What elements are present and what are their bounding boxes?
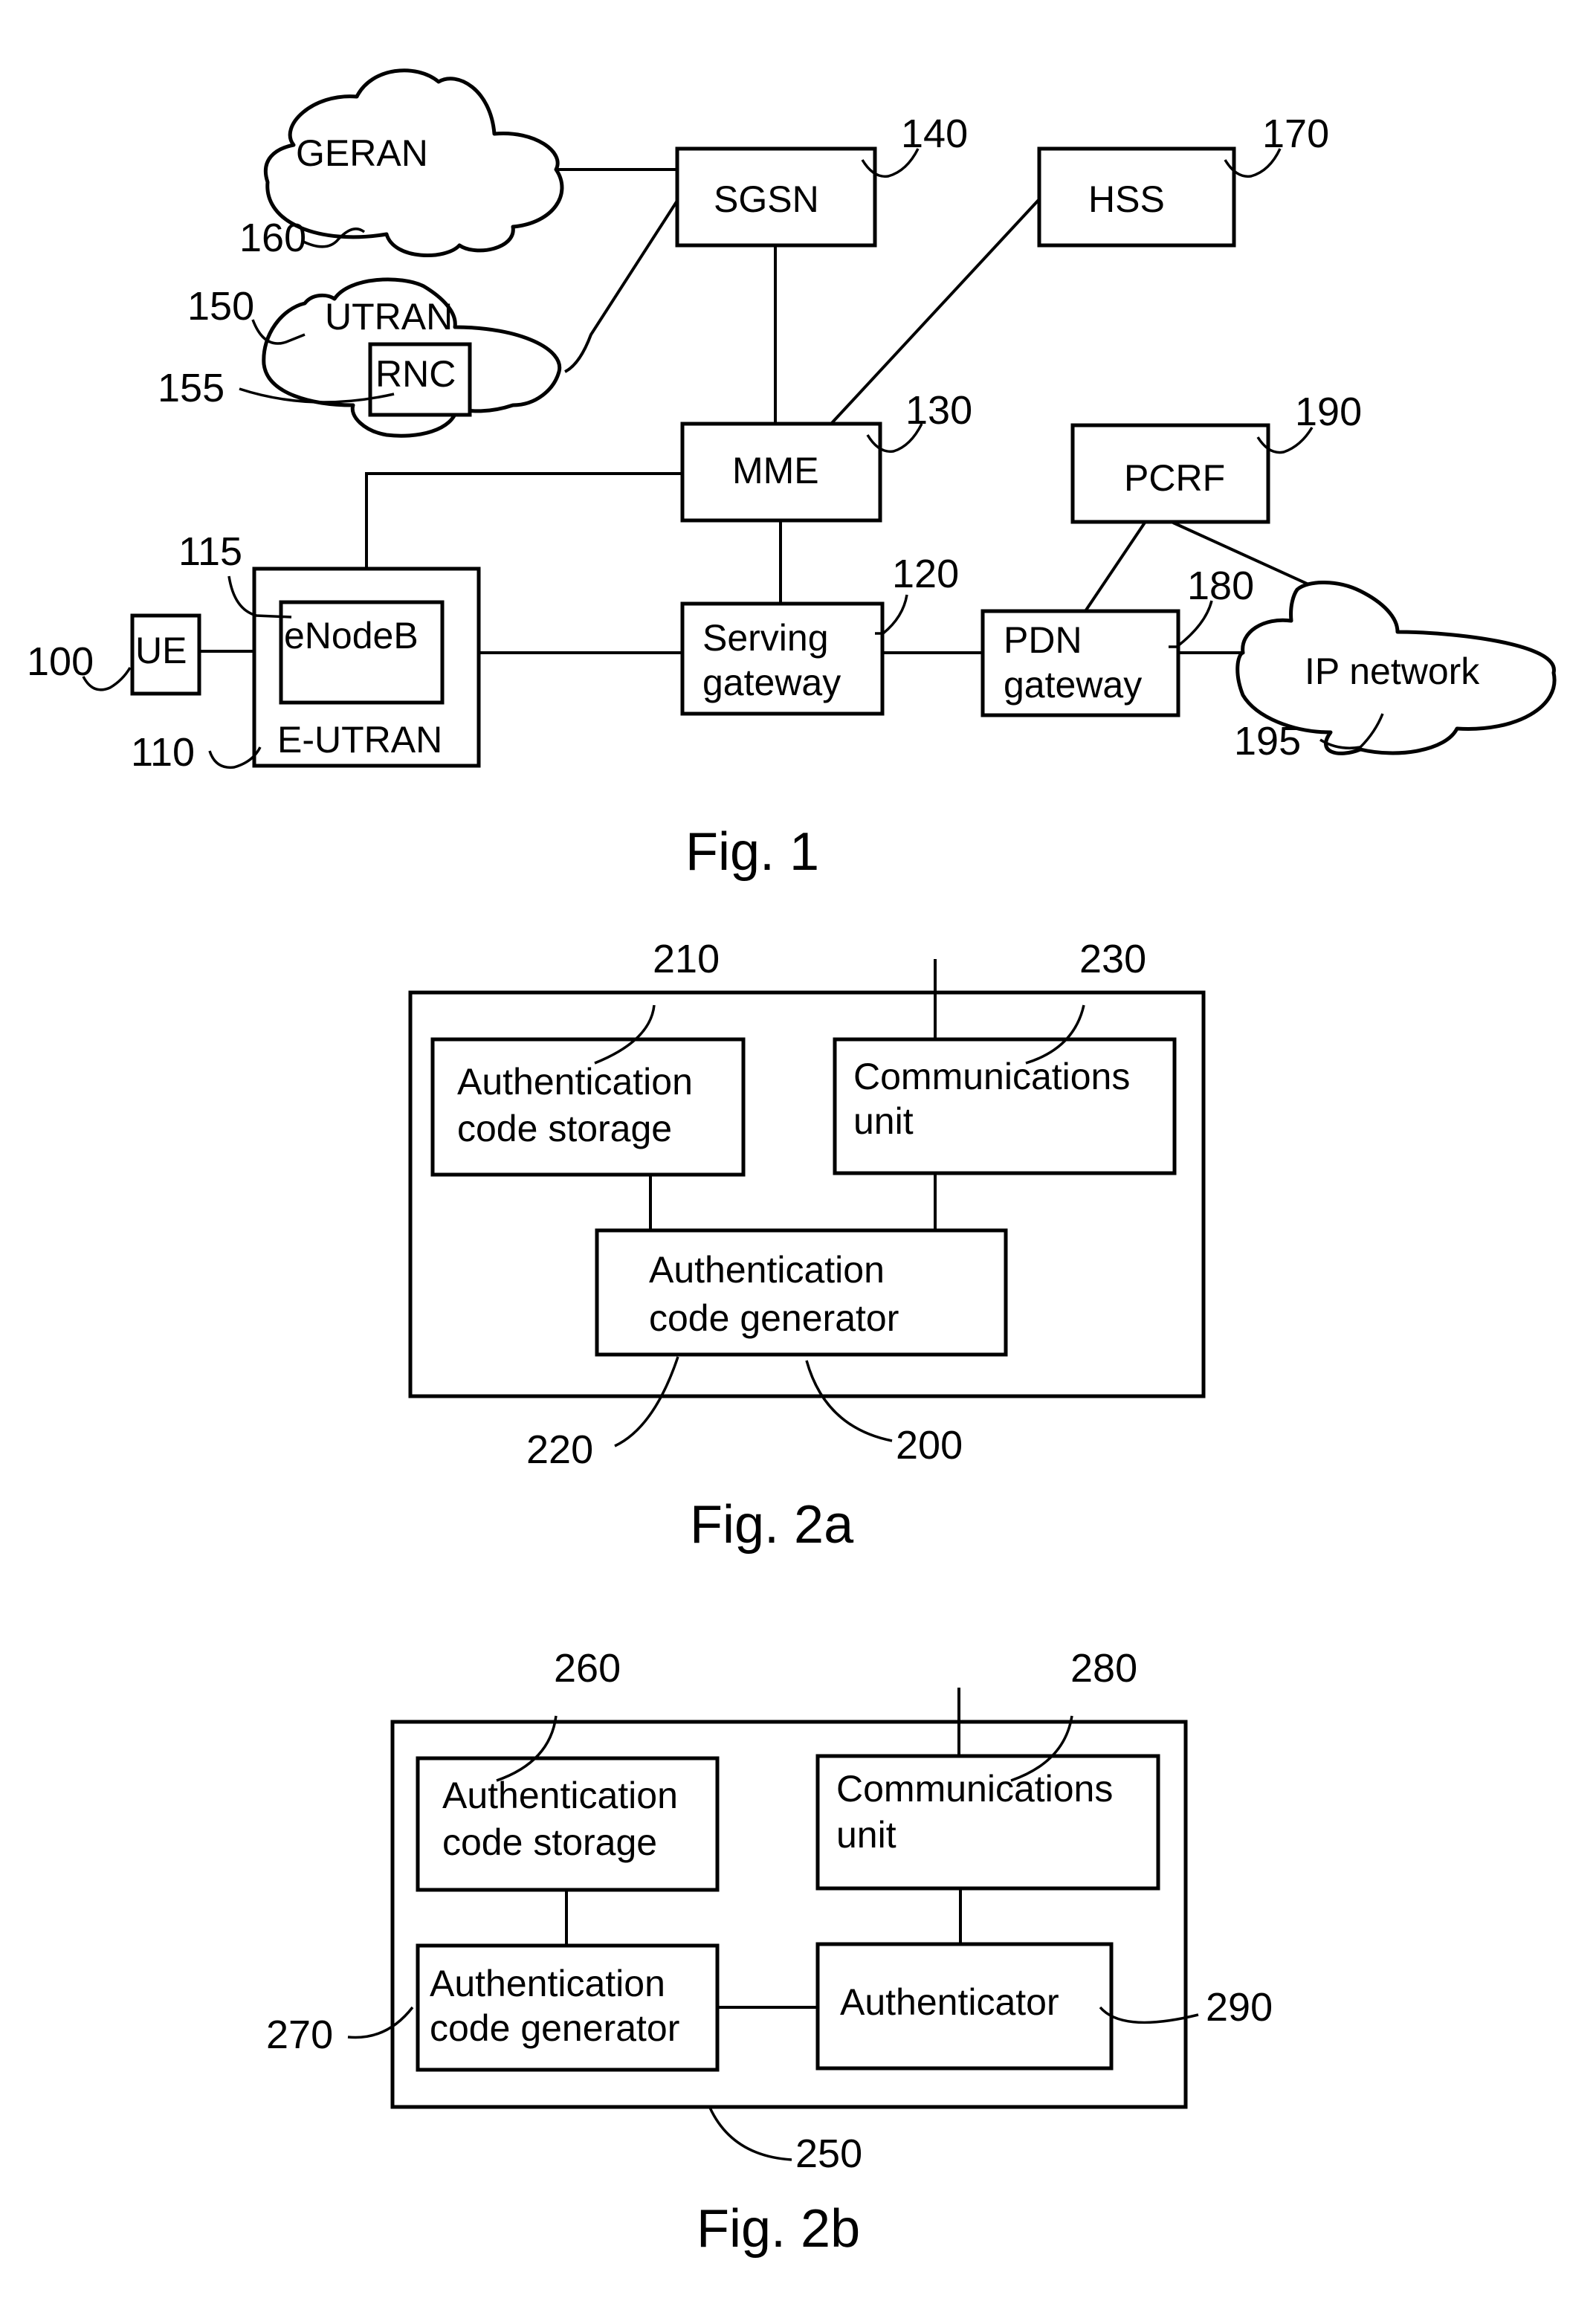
pdn-gateway-label-line2: gateway <box>1004 664 1142 706</box>
sgsn-label: SGSN <box>714 178 819 220</box>
fig1-caption: Fig. 1 <box>685 822 819 882</box>
mme-label: MME <box>732 450 819 491</box>
utran-label: UTRAN <box>325 296 453 338</box>
rnc-label: RNC <box>375 353 456 395</box>
fig2b-comms-label-line2: unit <box>836 1814 896 1856</box>
fig2a-storage-box <box>430 1037 746 1177</box>
eutran-label: E-UTRAN <box>277 719 442 761</box>
pdn-gateway-node: PDN gateway 180 <box>980 564 1254 717</box>
enodeb-label: eNodeB <box>284 615 419 656</box>
figure-2a: Authentication code storage Communicatio… <box>408 937 1206 1555</box>
ip-network-cloud: IP network 195 <box>1234 581 1557 764</box>
mme-ref: 130 <box>905 388 972 433</box>
ue-label: UE <box>135 630 187 671</box>
fig2b-container-ref: 250 <box>795 2131 862 2176</box>
fig2a-storage-label-line2: code storage <box>457 1108 672 1149</box>
fig2b-storage-label-line1: Authentication <box>442 1775 678 1816</box>
fig2b-authenticator-ref: 290 <box>1206 1985 1273 2030</box>
pcrf-node: PCRF 190 <box>1070 390 1362 524</box>
hss-ref: 170 <box>1262 112 1329 156</box>
sgsn-node: SGSN 140 <box>675 112 968 248</box>
fig2b-container-ref-leader <box>708 2107 792 2161</box>
figure-1: GERAN 160 UTRAN RNC 150 155 SGSN 140 HSS… <box>27 68 1557 882</box>
patent-drawing-sheet: GERAN 160 UTRAN RNC 150 155 SGSN 140 HSS… <box>27 68 1557 2259</box>
fig2b-generator-label-line2: code generator <box>430 2007 679 2049</box>
serving-gateway-ref: 120 <box>892 552 959 596</box>
link-pcrf-pgw <box>1084 521 1146 613</box>
ip-network-ref: 195 <box>1234 719 1301 764</box>
geran-ref: 160 <box>239 216 306 260</box>
fig2a-storage-ref: 210 <box>653 937 720 981</box>
mme-node: MME 130 <box>680 388 972 523</box>
pdn-gateway-ref: 180 <box>1187 564 1254 608</box>
fig2b-storage-label-line2: code storage <box>442 1821 657 1863</box>
serving-gateway-node: Serving gateway 120 <box>680 552 959 716</box>
fig2b-caption: Fig. 2b <box>697 2199 860 2259</box>
link-utran-sgsn <box>564 199 679 373</box>
ip-network-label: IP network <box>1305 651 1480 692</box>
fig2b-comms-label-line1: Communications <box>836 1768 1113 1810</box>
fig2a-generator-label-line2: code generator <box>649 1297 899 1339</box>
fig2b-generator-label-line1: Authentication <box>430 1963 665 2004</box>
pcrf-ref: 190 <box>1295 390 1362 434</box>
serving-gateway-label-line1: Serving <box>702 617 829 659</box>
fig2a-container-ref: 200 <box>896 1423 963 1468</box>
fig2a-comms-ref: 230 <box>1079 937 1146 981</box>
fig2a-comms-label-line2: unit <box>853 1100 914 1142</box>
geran-cloud: GERAN 160 <box>239 68 564 260</box>
ue-node: UE 100 <box>27 613 201 696</box>
utran-cloud: UTRAN RNC 150 155 <box>158 277 562 438</box>
eutran-ref: 110 <box>131 730 195 775</box>
fig2a-generator-ref: 220 <box>526 1427 593 1472</box>
fig2a-comms-label-line1: Communications <box>853 1056 1130 1097</box>
fig2b-authenticator-label: Authenticator <box>840 1981 1059 2023</box>
hss-label: HSS <box>1088 178 1165 220</box>
fig2b-generator-ref: 270 <box>266 2013 333 2057</box>
fig2a-generator-label-line1: Authentication <box>649 1249 885 1291</box>
enodeb-ref: 115 <box>178 529 242 574</box>
figure-2b: Authentication code storage Communicatio… <box>266 1646 1273 2259</box>
fig2a-caption: Fig. 2a <box>690 1495 854 1555</box>
utran-ref: 150 <box>187 284 254 329</box>
serving-gateway-label-line2: gateway <box>702 662 841 703</box>
sgsn-ref: 140 <box>901 112 968 156</box>
geran-label: GERAN <box>296 132 428 174</box>
fig2b-storage-ref: 260 <box>554 1646 621 1691</box>
fig2a-storage-label-line1: Authentication <box>457 1061 693 1103</box>
pcrf-label: PCRF <box>1124 457 1225 499</box>
fig2b-comms-ref: 280 <box>1070 1646 1137 1691</box>
hss-node: HSS 170 <box>1037 112 1329 248</box>
pdn-gateway-label-line1: PDN <box>1004 619 1082 661</box>
rnc-ref: 155 <box>158 366 224 410</box>
